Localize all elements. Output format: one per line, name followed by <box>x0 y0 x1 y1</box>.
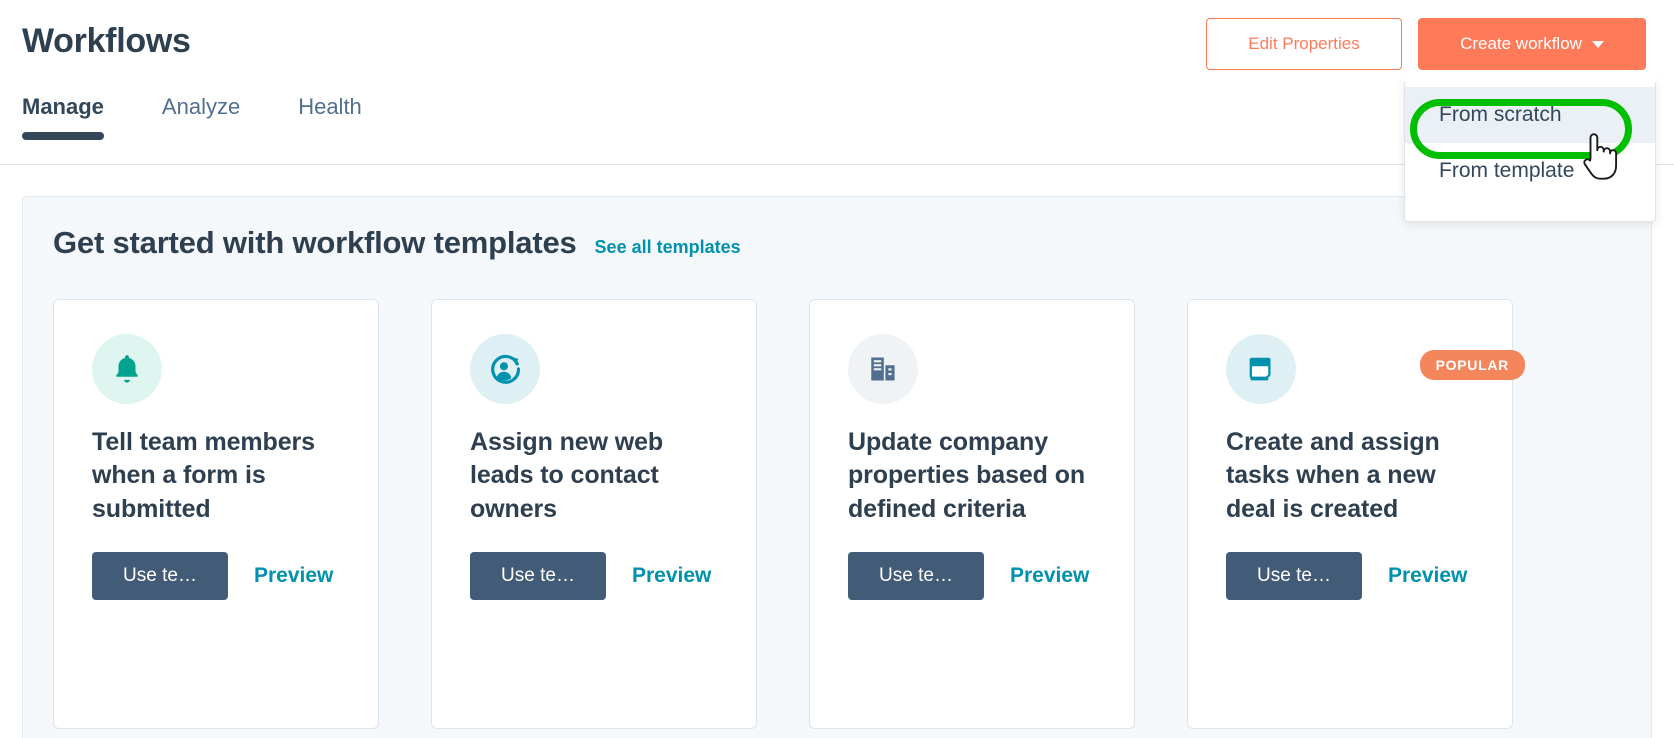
use-template-button[interactable]: Use te… <box>470 551 606 600</box>
template-card[interactable]: Assign new web leads to contact owners U… <box>431 299 757 729</box>
template-title: Create and assign tasks when a new deal … <box>1226 428 1440 523</box>
company-building-icon <box>848 334 918 404</box>
create-workflow-menu: From scratch From template <box>1404 80 1656 222</box>
template-card-actions: Use te… Preview <box>1226 551 1474 600</box>
page-title: Workflows <box>22 22 191 60</box>
see-all-templates-link[interactable]: See all templates <box>595 237 741 258</box>
notebook-icon <box>1226 334 1296 404</box>
template-title: Assign new web leads to contact owners <box>470 428 664 523</box>
chevron-down-icon <box>1591 40 1604 48</box>
menu-item-from-template[interactable]: From template <box>1405 143 1655 199</box>
templates-panel: Get started with workflow templates See … <box>22 196 1652 738</box>
template-card[interactable]: Tell team members when a form is submitt… <box>53 299 379 729</box>
dropdown-anchor-mask <box>1404 74 1656 82</box>
template-title: Tell team members when a form is submitt… <box>92 428 315 523</box>
contact-rotation-icon <box>470 334 540 404</box>
menu-item-from-scratch[interactable]: From scratch <box>1405 87 1655 143</box>
edit-properties-button[interactable]: Edit Properties <box>1206 18 1402 70</box>
use-template-button[interactable]: Use te… <box>1226 551 1362 600</box>
tab-analyze[interactable]: Analyze <box>162 96 272 140</box>
template-card-actions: Use te… Preview <box>92 551 340 600</box>
template-card-actions: Use te… Preview <box>848 551 1096 600</box>
tab-health[interactable]: Health <box>298 96 394 140</box>
create-workflow-label: Create workflow <box>1460 34 1582 53</box>
create-workflow-button[interactable]: Create workflow <box>1418 18 1646 70</box>
preview-link[interactable]: Preview <box>632 564 711 588</box>
preview-link[interactable]: Preview <box>1388 564 1467 588</box>
template-card[interactable]: Update company properties based on defin… <box>809 299 1135 729</box>
workflows-page: Workflows Edit Properties Create workflo… <box>0 0 1674 738</box>
template-card[interactable]: POPULAR Create and assign tasks when a n… <box>1187 299 1525 729</box>
bell-icon <box>92 334 162 404</box>
preview-link[interactable]: Preview <box>254 564 333 588</box>
status-badge: POPULAR <box>1419 350 1525 380</box>
tab-manage[interactable]: Manage <box>22 96 136 140</box>
use-template-button[interactable]: Use te… <box>92 551 228 600</box>
template-card-actions: Use te… Preview <box>470 551 718 600</box>
section-title: Get started with workflow templates <box>53 225 577 260</box>
use-template-button[interactable]: Use te… <box>848 551 984 600</box>
tab-bar: Manage Analyze Health <box>22 96 420 140</box>
header-actions: Edit Properties Create workflow <box>1206 18 1646 70</box>
template-title: Update company properties based on defin… <box>848 428 1086 523</box>
template-card-list: Tell team members when a form is submitt… <box>23 261 1651 729</box>
preview-link[interactable]: Preview <box>1010 564 1089 588</box>
